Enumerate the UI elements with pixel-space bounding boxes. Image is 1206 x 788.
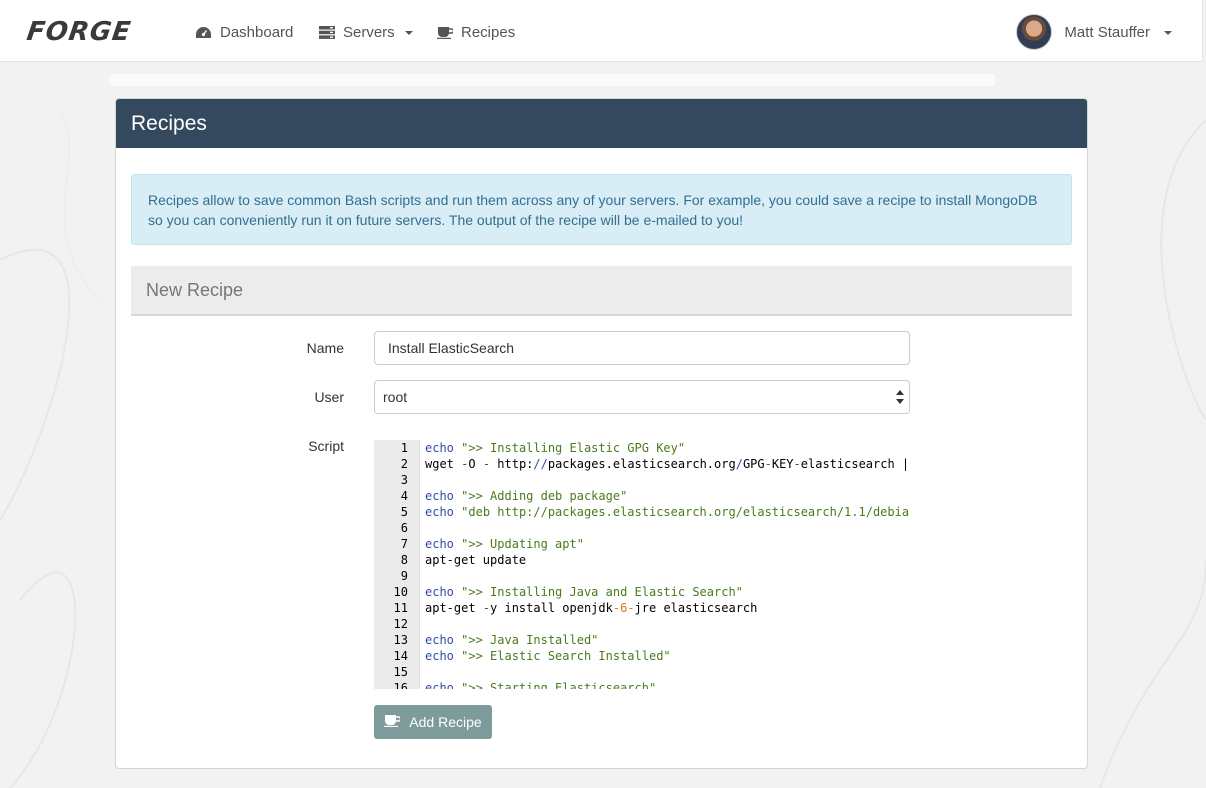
- nav-recipes[interactable]: Recipes: [437, 21, 515, 43]
- line-number: 7: [400, 537, 408, 551]
- line-number: 3: [400, 473, 408, 487]
- script-label: Script: [308, 438, 344, 454]
- code-text: echo "deb http://packages.elasticsearch.…: [425, 505, 910, 519]
- code-line: 11 apt-get -y install openjdk-6-jre elast…: [374, 600, 910, 616]
- chevron-down-icon: [1164, 31, 1172, 35]
- code-line: 10 echo ">> Installing Java and Elastic S…: [374, 584, 910, 600]
- line-number: 11: [393, 601, 408, 615]
- dashboard-icon: [195, 26, 212, 39]
- add-recipe-label: Add Recipe: [409, 714, 482, 730]
- code-text: echo ">> Updating apt": [425, 537, 584, 551]
- code-text: echo ">> Adding deb package": [425, 489, 628, 503]
- line-number: 15: [393, 665, 408, 679]
- line-number: 2: [400, 457, 408, 471]
- code-line: 12: [374, 616, 910, 632]
- user-menu[interactable]: Matt Stauffer: [1016, 14, 1172, 50]
- line-number: 8: [400, 553, 408, 567]
- new-recipe-heading: New Recipe: [131, 266, 1072, 316]
- line-number: 16: [393, 681, 408, 689]
- code-line: 6: [374, 520, 910, 536]
- line-number: 5: [400, 505, 408, 519]
- code-text: wget -O - http://packages.elasticsearch.…: [425, 457, 910, 471]
- code-line: 16 echo ">> Starting Elasticsearch": [374, 680, 910, 689]
- line-number: 13: [393, 633, 408, 647]
- code-text: apt-get update: [425, 553, 527, 567]
- nav-dashboard[interactable]: Dashboard: [195, 21, 293, 43]
- line-number: 14: [393, 649, 408, 663]
- coffee-cup-icon: [437, 26, 453, 39]
- forge-logo[interactable]: FORGE: [25, 17, 133, 47]
- code-line: 1 echo ">> Installing Elastic GPG Key": [374, 440, 910, 456]
- user-label: User: [314, 389, 344, 405]
- line-number: 4: [400, 489, 408, 503]
- name-input[interactable]: [374, 331, 910, 365]
- line-number: 6: [400, 521, 408, 535]
- code-line: 9: [374, 568, 910, 584]
- code-line: 8 apt-get update: [374, 552, 910, 568]
- nav-recipes-label: Recipes: [461, 23, 516, 41]
- nav-servers-label: Servers: [343, 23, 395, 41]
- code-line: 14 echo ">> Elastic Search Installed": [374, 648, 910, 664]
- user-select[interactable]: root: [374, 380, 910, 414]
- user-name: Matt Stauffer: [1064, 23, 1150, 41]
- avatar: [1016, 14, 1053, 50]
- nav-dashboard-label: Dashboard: [220, 23, 294, 41]
- code-text: echo ">> Installing Java and Elastic Sea…: [425, 585, 743, 599]
- top-navbar: FORGE Dashboard Servers Recipes Matt Sta…: [0, 0, 1203, 62]
- code-line: 3: [374, 472, 910, 488]
- code-text: apt-get -y install openjdk-6-jre elastic…: [425, 601, 758, 615]
- info-alert: Recipes allow to save common Bash script…: [131, 174, 1072, 245]
- script-editor[interactable]: 1 echo ">> Installing Elastic GPG Key" 2 wg…: [374, 440, 910, 689]
- line-number: 10: [393, 585, 408, 599]
- code-text: echo ">> Elastic Search Installed": [425, 649, 671, 663]
- line-number: 12: [393, 617, 408, 631]
- code-line: 7 echo ">> Updating apt": [374, 536, 910, 552]
- code-line: 5 echo "deb http://packages.elasticsearch…: [374, 504, 910, 520]
- chevron-down-icon: [404, 31, 413, 35]
- select-arrows-icon: [896, 390, 904, 404]
- recipes-panel: Recipes Recipes allow to save common Bas…: [115, 98, 1088, 769]
- line-number: 9: [400, 569, 408, 583]
- code-text: echo ">> Installing Elastic GPG Key": [425, 441, 686, 455]
- user-select-value: root: [383, 389, 408, 405]
- server-icon: [319, 25, 335, 39]
- panel-title: Recipes: [116, 99, 1087, 148]
- code-text: echo ">> Starting Elasticsearch": [425, 681, 657, 689]
- code-line: 13 echo ">> Java Installed": [374, 632, 910, 648]
- code-line: 2 wget -O - http://packages.elasticsearch…: [374, 456, 910, 472]
- coffee-cup-icon: [384, 714, 402, 730]
- name-label: Name: [306, 340, 344, 356]
- code-text: echo ">> Java Installed": [425, 633, 599, 647]
- code-line: 4 echo ">> Adding deb package": [374, 488, 910, 504]
- nav-servers[interactable]: Servers: [319, 21, 413, 43]
- add-recipe-button[interactable]: Add Recipe: [374, 705, 492, 739]
- line-number: 1: [400, 441, 408, 455]
- code-line: 15: [374, 664, 910, 680]
- background-bar: [110, 74, 995, 86]
